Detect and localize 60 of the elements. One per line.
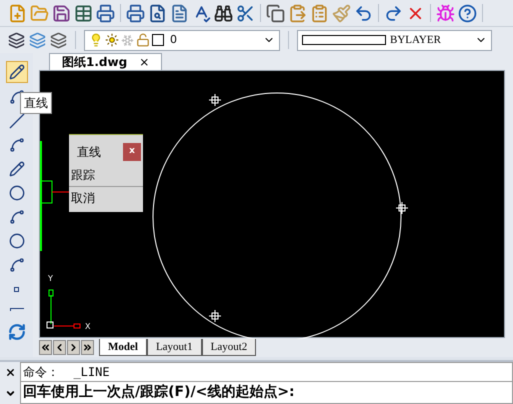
- arrow-icon: [40, 342, 51, 353]
- binoculars-icon[interactable]: [214, 4, 233, 22]
- printer-icon[interactable]: [96, 4, 115, 22]
- tab-scroll-button[interactable]: [39, 340, 52, 355]
- linetype-dropdown[interactable]: BYLAYER: [297, 30, 492, 50]
- undo-icon[interactable]: [354, 4, 373, 22]
- layout-tab[interactable]: Model: [99, 338, 147, 356]
- layout-tab[interactable]: Layout2: [202, 338, 256, 356]
- help-icon[interactable]: [458, 4, 477, 22]
- layer-manager-icon[interactable]: [8, 32, 25, 48]
- ucs-x-axis: [54, 324, 80, 328]
- command-history: 命令： _LINE: [21, 363, 512, 382]
- copy-icon[interactable]: [266, 4, 285, 22]
- print-preview-icon[interactable]: [148, 4, 167, 22]
- snowflake-icon: [121, 34, 134, 46]
- clipboard-icon[interactable]: [310, 4, 329, 22]
- grip-marker-icon: [396, 202, 408, 214]
- tooltip: 直线: [20, 92, 52, 114]
- linetype-name: BYLAYER: [390, 32, 442, 48]
- document-icon[interactable]: [170, 4, 189, 22]
- redo-icon[interactable]: [384, 4, 403, 22]
- unlock-icon: [136, 33, 150, 47]
- x-axis-label: X: [85, 321, 90, 333]
- arc-icon[interactable]: [8, 209, 24, 225]
- tab-scroll-button[interactable]: [67, 340, 80, 355]
- tab-scroll-button[interactable]: [53, 340, 66, 355]
- menu-title: 直线: [77, 144, 101, 160]
- expand-icon[interactable]: [4, 388, 16, 399]
- document-tab[interactable]: 图纸1.dwg ×: [49, 53, 162, 70]
- grip-marker-icon: [208, 94, 222, 106]
- sun-icon: [105, 33, 119, 47]
- ray-icon[interactable]: [10, 308, 24, 311]
- grip-marker-icon: [208, 310, 222, 322]
- close-icon[interactable]: [4, 367, 16, 378]
- circle-icon[interactable]: [8, 185, 24, 201]
- bug-icon[interactable]: [436, 4, 455, 22]
- refresh-icon[interactable]: [8, 323, 26, 341]
- layout-tab[interactable]: Layout1: [146, 338, 202, 356]
- document-title: 图纸1.dwg: [62, 54, 128, 71]
- ucs-y-axis: [48, 290, 54, 324]
- menu-item[interactable]: 跟踪: [69, 163, 143, 186]
- point-icon[interactable]: [14, 287, 19, 292]
- menu-item[interactable]: 取消: [69, 186, 143, 209]
- close-tab-button[interactable]: ×: [139, 53, 150, 71]
- close-menu-button[interactable]: x: [123, 142, 141, 160]
- save-icon[interactable]: [52, 4, 71, 22]
- lightbulb-icon: [89, 33, 103, 47]
- tab-scroll-button[interactable]: [81, 340, 94, 355]
- table-icon[interactable]: [74, 4, 93, 22]
- arrow-icon: [82, 342, 93, 353]
- ucs-origin: [46, 322, 54, 328]
- crosshair-box: [40, 180, 52, 204]
- layer-name: 0: [170, 32, 178, 48]
- scissors-icon[interactable]: [236, 4, 255, 22]
- color-swatch: [152, 34, 164, 46]
- printer-icon[interactable]: [126, 4, 145, 22]
- layer-search-icon[interactable]: [50, 32, 67, 48]
- y-axis-label: Y: [48, 273, 53, 285]
- command-prompt: 回车使用上一次点/跟踪(F)/<线的起始点>:: [22, 383, 296, 402]
- layer-dropdown[interactable]: 0: [84, 30, 280, 50]
